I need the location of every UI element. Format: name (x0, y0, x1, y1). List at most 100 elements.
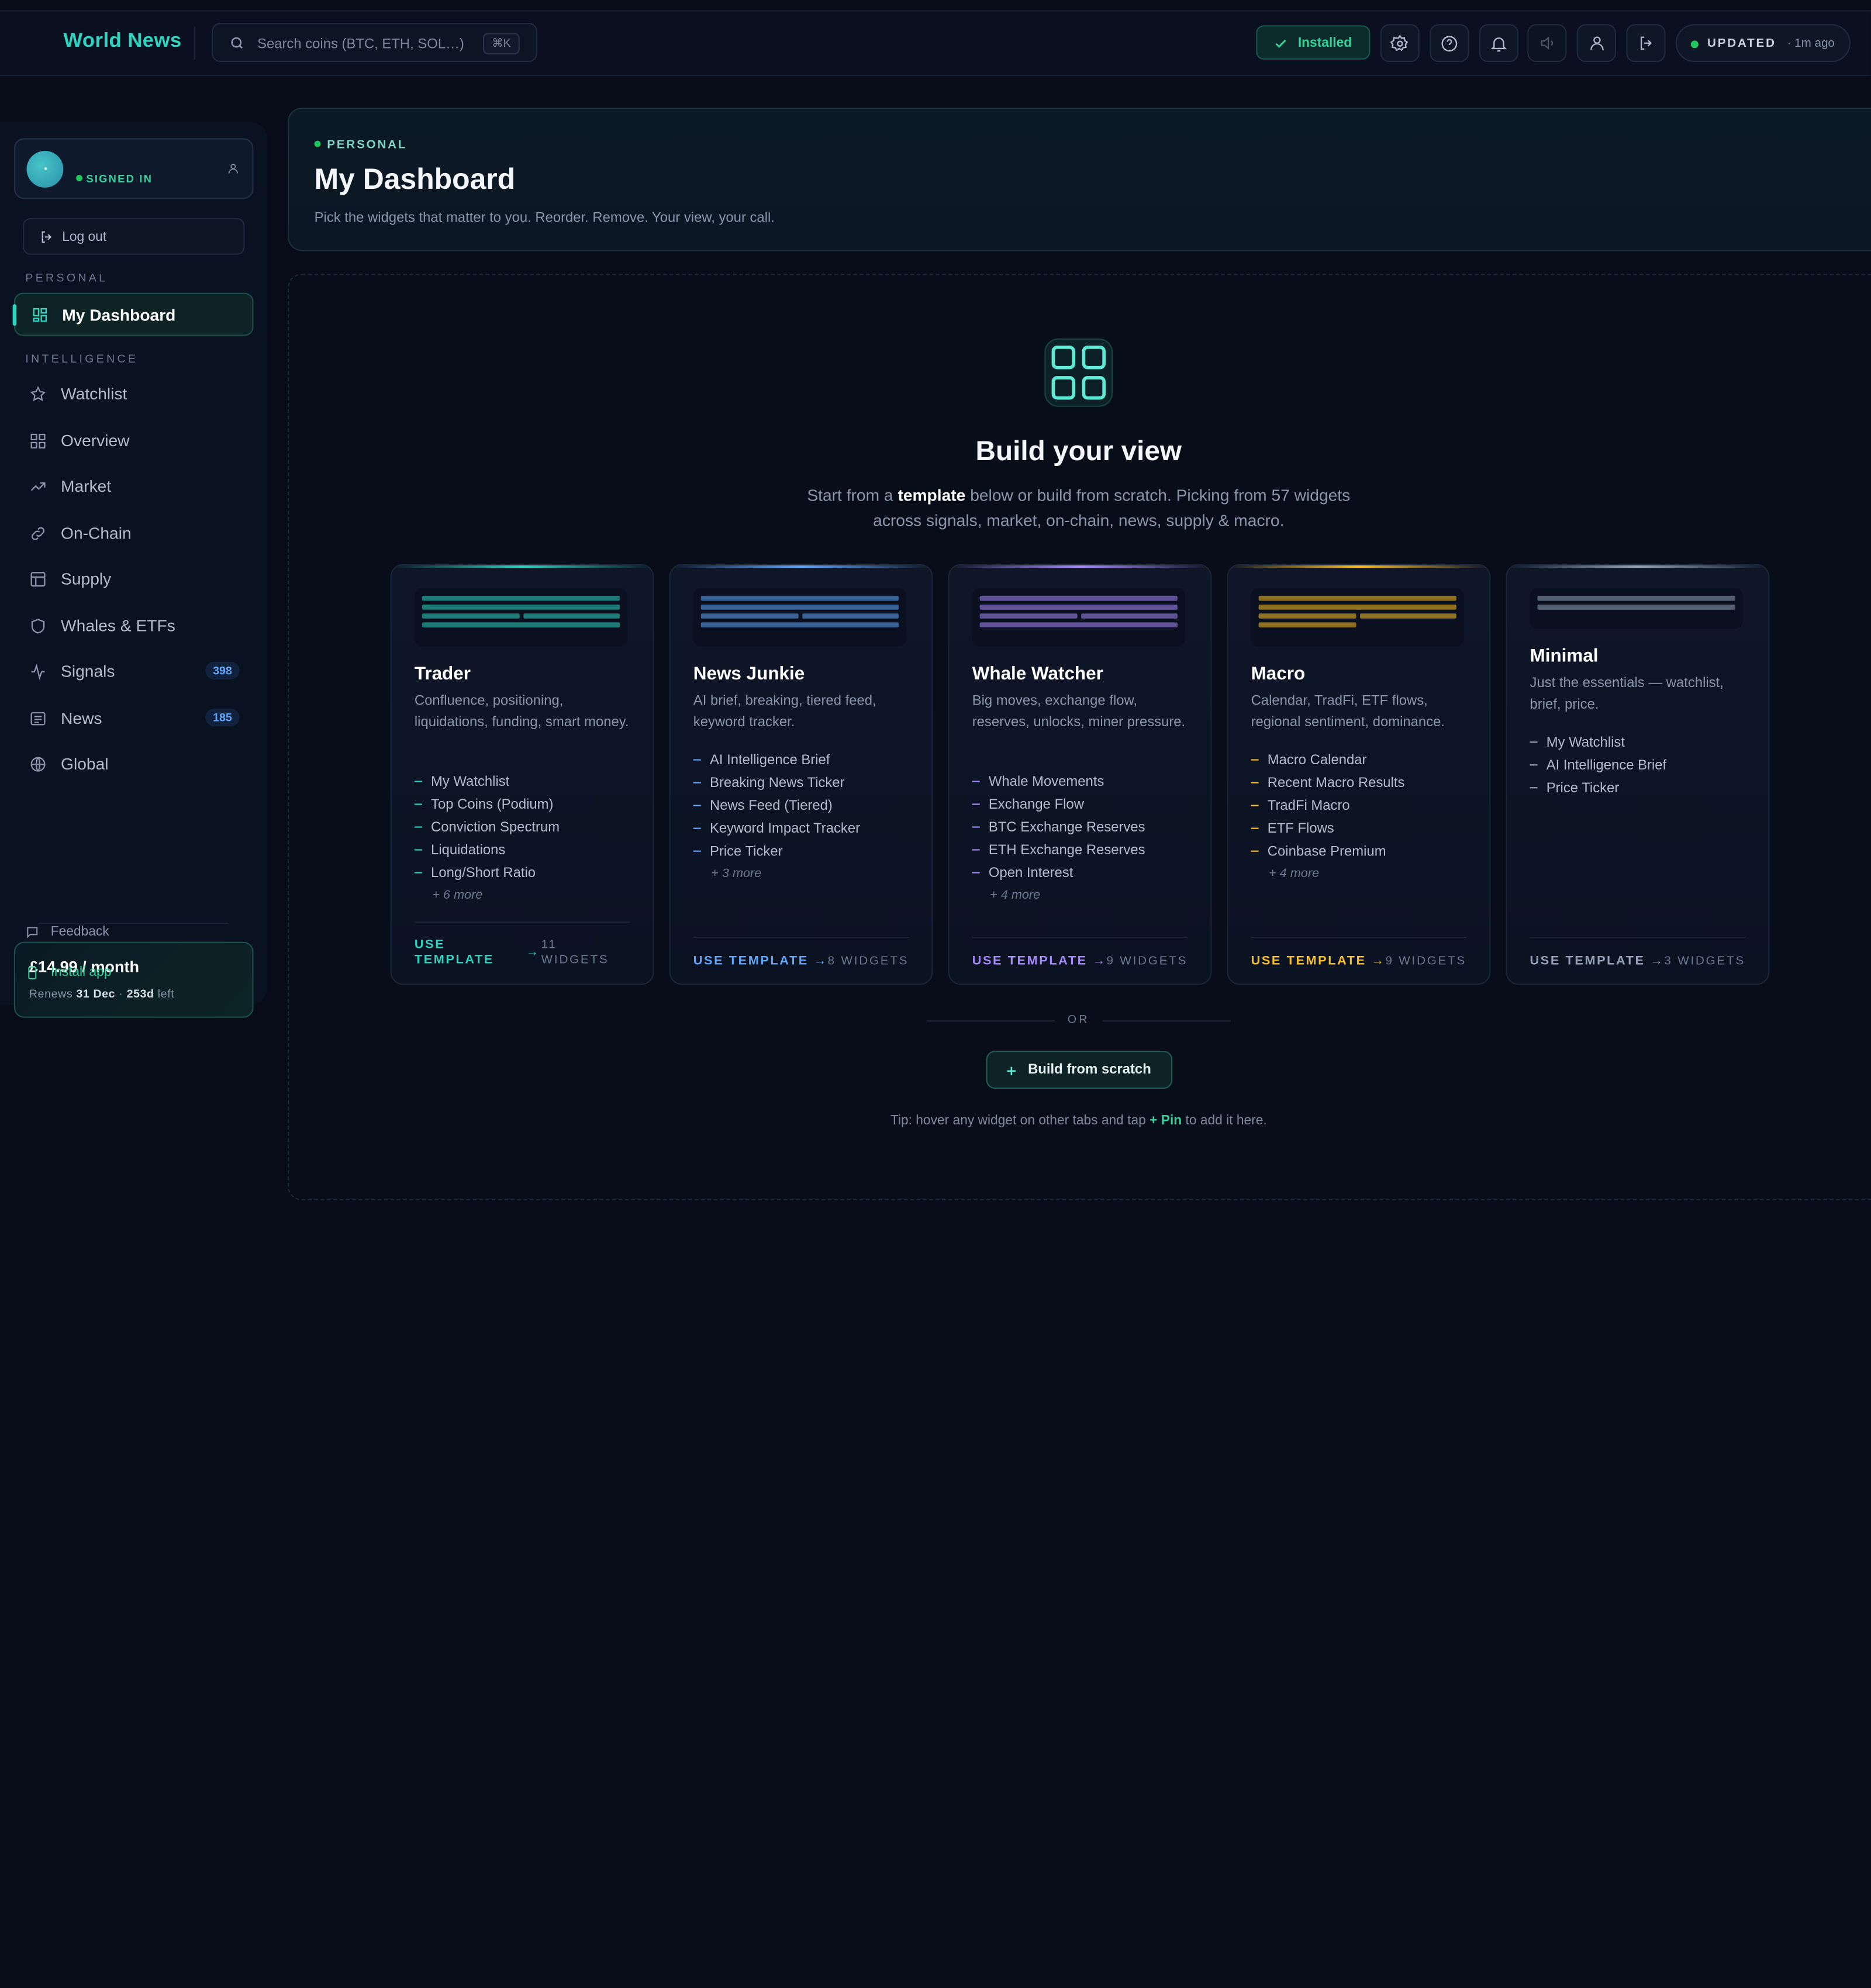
install-app-label: Install app (50, 964, 112, 980)
subscription-card[interactable]: £14.99 / month Renews 31 Dec · 253d left (13, 941, 254, 1018)
search-input[interactable] (254, 30, 488, 58)
shield-icon (31, 619, 45, 634)
dash-icon (972, 871, 980, 873)
signed-in-status: SIGNED IN (76, 172, 153, 185)
widget-count: 3 WIDGETS (1664, 954, 1746, 969)
installed-button[interactable]: Installed (1256, 25, 1371, 60)
preview-bar (1258, 605, 1456, 610)
build-from-scratch-button[interactable]: Build from scratch (986, 1051, 1173, 1089)
dash-icon (693, 827, 701, 829)
help-icon (1441, 35, 1458, 51)
template-widget-list: Macro Calendar Recent Macro Results TradFi… (1251, 749, 1405, 886)
list-item: Breaking News Ticker (693, 772, 860, 795)
widget-name: AI Intelligence Brief (709, 753, 830, 768)
template-widget-list: Whale Movements Exchange Flow BTC Exchange… (972, 770, 1145, 907)
arrow-right-icon: → (1645, 954, 1665, 969)
template-preview (414, 588, 628, 647)
dash-icon (1251, 850, 1259, 852)
user-card[interactable]: SIGNED IN (13, 138, 254, 199)
template-card-trader[interactable]: Trader Confluence, positioning, liquidati… (390, 564, 654, 985)
sidebar-item-supply[interactable]: Supply (14, 558, 254, 601)
sidebar-item-on-chain[interactable]: On-Chain (14, 512, 254, 555)
account-button[interactable] (1576, 24, 1616, 63)
or-label: OR (289, 1013, 1868, 1026)
widget-name: Open Interest (988, 865, 1073, 881)
user-icon (228, 164, 239, 174)
brand-logo[interactable]: World News (63, 30, 181, 53)
use-template-button[interactable]: USE TEMPLATE → (1251, 954, 1386, 968)
template-card-minimal[interactable]: Minimal Just the essentials — watchlist, … (1506, 564, 1770, 985)
settings-button[interactable] (1380, 24, 1420, 63)
notifications-button[interactable] (1479, 24, 1519, 63)
dash-icon (1251, 827, 1259, 829)
sidebar-item-market[interactable]: Market (14, 465, 254, 509)
sidebar-item-global[interactable]: Global (14, 743, 254, 786)
sidebar-item-overview[interactable]: Overview (14, 420, 254, 463)
template-description: AI brief, breaking, tiered feed, keyword… (693, 693, 876, 730)
grid-icon (30, 433, 46, 448)
list-item: Macro Calendar (1251, 749, 1405, 772)
page-kicker: PERSONAL (315, 138, 408, 152)
sidebar-item-whales-etfs[interactable]: Whales & ETFs (14, 605, 254, 648)
sign-out-button[interactable] (1626, 24, 1666, 63)
widget-name: Recent Macro Results (1267, 775, 1405, 791)
sidebar-item-news[interactable]: News 185 (14, 697, 254, 740)
check-icon (1275, 39, 1286, 48)
dash-icon (972, 780, 980, 782)
sidebar-item-label: Global (61, 754, 109, 774)
dash-icon (414, 848, 422, 850)
widget-name: Top Coins (Podium) (431, 796, 554, 812)
preview-bar (1258, 622, 1356, 628)
template-name: Minimal (1530, 646, 1599, 667)
widget-count: 9 WIDGETS (1385, 954, 1467, 969)
trending-up-icon (30, 482, 46, 491)
widget-count: 11 WIDGETS (541, 938, 609, 968)
sidebar: SIGNED IN Log out PERSONAL My Dashboard … (0, 122, 268, 1018)
page-subtitle: Pick the widgets that matter to you. Reo… (314, 210, 775, 226)
widget-name: Macro Calendar (1267, 753, 1367, 768)
widget-name: Breaking News Ticker (709, 775, 845, 791)
use-template-label: USE TEMPLATE (972, 954, 1088, 969)
dash-icon (414, 826, 422, 827)
search-icon (231, 37, 243, 49)
widget-name: News Feed (Tiered) (709, 798, 833, 814)
template-description: Calendar, TradFi, ETF flows, regional se… (1251, 693, 1445, 730)
template-preview (972, 588, 1185, 647)
use-template-button[interactable]: USE TEMPLATE → (972, 954, 1107, 968)
preview-bar (422, 595, 620, 601)
phone-icon (28, 966, 37, 979)
activity-icon (31, 663, 45, 680)
preview-bar (523, 613, 620, 619)
dash-icon (1251, 759, 1259, 761)
widget-name: Coinbase Premium (1267, 844, 1386, 860)
list-item: My Watchlist (1530, 731, 1667, 754)
sidebar-item-watchlist[interactable]: Watchlist (14, 372, 254, 416)
use-template-button[interactable]: USE TEMPLATE → (415, 938, 538, 968)
more-widgets: + 4 more (990, 888, 1041, 902)
live-dot-icon (1690, 40, 1699, 49)
logout-button[interactable]: Log out (23, 218, 245, 255)
sidebar-item-label: Market (61, 477, 112, 496)
update-status-age: · 1m ago (1787, 36, 1835, 51)
template-description: Just the essentials — watchlist, brief, … (1530, 675, 1724, 712)
help-button[interactable] (1430, 24, 1469, 63)
use-template-button[interactable]: USE TEMPLATE → (693, 954, 828, 968)
list-item: ETF Flows (1251, 817, 1405, 840)
update-status-label: UPDATED (1707, 36, 1776, 51)
template-card-macro[interactable]: Macro Calendar, TradFi, ETF flows, region… (1227, 564, 1491, 985)
preview-bar (700, 595, 899, 601)
dash-icon (1251, 805, 1259, 806)
use-template-button[interactable]: USE TEMPLATE → (1530, 954, 1665, 968)
preview-bar (1081, 613, 1178, 619)
plan-renewal: Renews 31 Dec · 253d left (29, 988, 175, 1000)
search-box[interactable]: ⌘K (212, 23, 538, 63)
sound-button[interactable] (1527, 24, 1567, 63)
arrow-right-icon: → (1087, 954, 1107, 969)
lead-text-bold: template (897, 485, 966, 505)
template-card-whale-watcher[interactable]: Whale Watcher Big moves, exchange flow, r… (948, 564, 1212, 985)
sidebar-item-my-dashboard[interactable]: My Dashboard (12, 292, 254, 336)
grid-icon (1044, 338, 1113, 407)
sidebar-item-signals[interactable]: Signals 398 (14, 650, 254, 693)
dash-icon (972, 803, 980, 805)
template-card-news-junkie[interactable]: News Junkie AI brief, breaking, tiered fe… (669, 564, 933, 985)
